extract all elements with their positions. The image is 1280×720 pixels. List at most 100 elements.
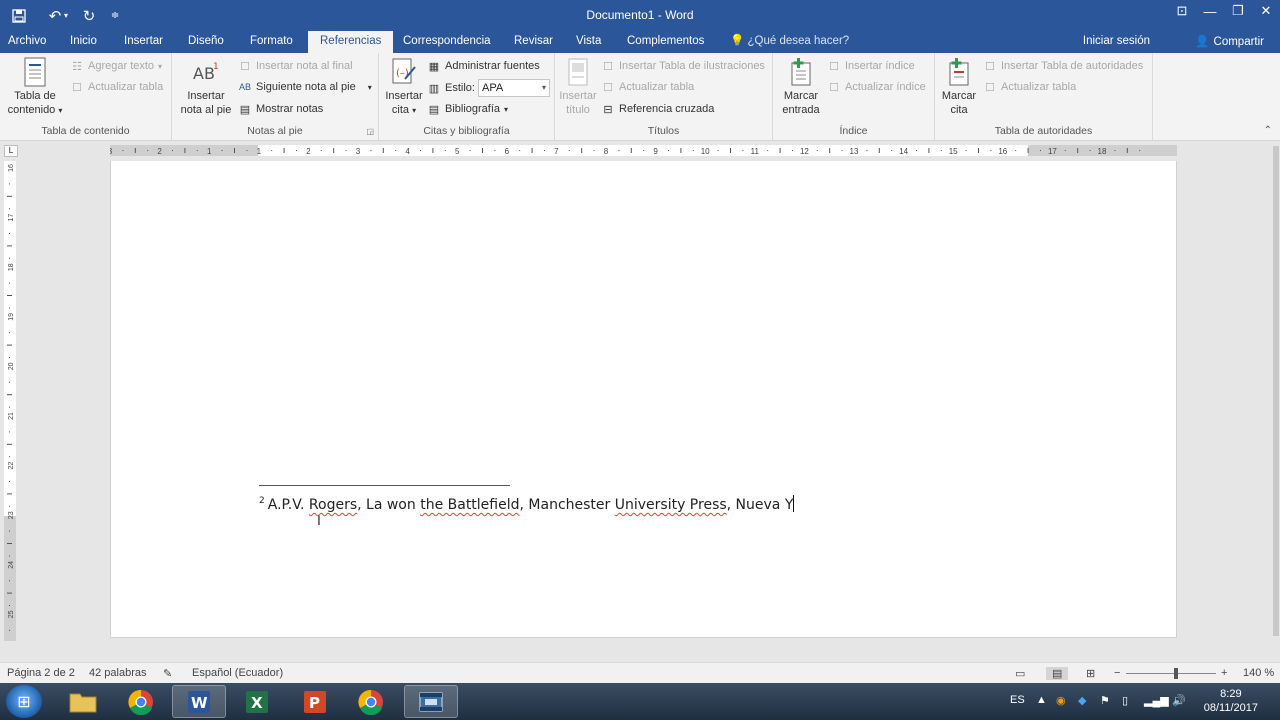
volume-icon[interactable]: 🔊 [1172,694,1186,707]
battery-icon[interactable]: ▯ [1122,694,1128,707]
citation-label-line2: cita [391,104,410,116]
cross-reference-button[interactable]: ⊟ Referencia cruzada [601,102,714,116]
table-of-contents-icon [24,57,46,87]
share-button[interactable]: 👤 Compartir [1195,31,1264,53]
collapse-ribbon-icon[interactable]: ⌃ [1264,125,1272,136]
minimize-button[interactable]: — [1196,0,1224,22]
ruler-tick [1126,148,1128,153]
vertical-scrollbar[interactable] [1272,141,1280,661]
footnotes-dialog-launcher-icon[interactable]: ◲ [366,127,374,136]
next-footnote-button[interactable]: AB Siguiente nota al pie ▾ [238,80,372,94]
citation-style-select[interactable]: APA ▾ [478,79,550,97]
show-notes-button[interactable]: ▤ Mostrar notas [238,102,323,116]
tab-correspondencia[interactable]: Correspondencia [397,31,497,53]
taskbar-word[interactable]: W [172,685,226,718]
ribbon-display-options-button[interactable]: ⊡ [1168,0,1196,22]
ruler-tick [7,195,12,197]
print-layout-icon[interactable]: ▤ [1046,667,1069,680]
insert-endnote-button[interactable]: ☐ Insertar nota al final [238,59,353,73]
document-page[interactable]: 2 A.P.V. Rogers, La won the Battlefield, … [110,161,1177,638]
folder-icon [69,693,97,712]
ruler-tick [990,150,992,151]
zoom-in-button[interactable]: + [1221,667,1227,679]
update-authorities-icon: ☐ [985,81,995,94]
taskbar-chrome[interactable] [114,685,168,718]
ruler-tick [829,148,831,153]
tab-complementos[interactable]: Complementos [621,31,710,53]
bibliography-button[interactable]: ▤ Bibliografía ▾ [427,102,508,116]
tab-vista[interactable]: Vista [570,31,607,53]
insert-citation-button[interactable]: (–) Insertar cita ▾ [381,57,427,118]
taskbar-explorer[interactable] [56,685,110,718]
flag-icon[interactable]: ⚑ [1100,694,1110,707]
update-figures-table-button[interactable]: ☐ Actualizar tabla [601,80,694,94]
input-language[interactable]: ES [1010,694,1025,706]
tab-selector[interactable]: L [4,145,18,157]
mouse-ibeam-icon: I [317,512,321,528]
tell-me-box[interactable]: 💡 ¿Qué desea hacer? [730,31,849,53]
insert-index-button[interactable]: ☐ Insertar índice [827,59,915,73]
taskbar-powerpoint[interactable]: P [288,685,342,718]
restore-button[interactable]: ❐ [1224,0,1252,22]
ruler-tick [9,431,10,433]
start-button[interactable]: ⊞ [6,685,42,718]
dropbox-icon[interactable]: ◆ [1078,694,1086,707]
tray-app-icon[interactable]: ◉ [1056,694,1066,707]
footnote-icon: AB1 [193,62,219,83]
read-mode-icon[interactable]: ▭ [1015,667,1025,680]
ruler-tick [7,394,12,396]
update-toc-button[interactable]: ☐ Actualizar tabla [70,80,163,94]
ruler-label: 22 [8,462,15,470]
ruler-tick [1089,150,1091,151]
citation-icon: (–) [392,58,416,84]
insert-footnote-button[interactable]: AB 1 Insertar nota al pie [178,57,234,117]
tab-revisar[interactable]: Revisar [508,31,559,53]
zoom-slider-thumb[interactable] [1174,668,1178,679]
tab-archivo[interactable]: Archivo [2,31,52,53]
page-count[interactable]: Página 2 de 2 [7,667,75,679]
taskbar-excel[interactable]: X [230,685,284,718]
ruler-tick [469,150,471,151]
manage-sources-button[interactable]: ▦ Administrar fuentes [427,59,540,73]
zoom-level[interactable]: 140 % [1243,667,1274,679]
ruler-tick [717,150,719,151]
svg-text:X: X [251,694,263,712]
vertical-ruler-ticks: 16 17 18 19 20 21 22 23 24 25 [7,164,15,631]
mark-entry-button[interactable]: Marcar entrada [777,57,825,117]
network-icon[interactable]: ▂▄▆ [1144,694,1169,707]
footnote-part-misspelled: the Battlefield [420,497,520,513]
show-hidden-icons-icon[interactable]: ▲ [1036,694,1047,706]
group-citations: (–) Insertar cita ▾ ▦ Administrar fuente… [379,53,555,141]
tab-referencias[interactable]: Referencias [308,31,394,53]
ruler-tick [296,150,297,151]
taskbar-recorder[interactable] [404,685,458,718]
tab-inicio[interactable]: Inicio [64,31,103,53]
proofing-icon[interactable]: ✎ [163,667,172,680]
insert-caption-button[interactable]: Insertar título [557,57,599,117]
mark-citation-button[interactable]: Marcar cita [937,57,981,117]
tab-formato[interactable]: Formato [244,31,299,53]
zoom-out-button[interactable]: − [1114,667,1120,679]
insert-authorities-table-button[interactable]: ☐ Insertar Tabla de autoridades [983,59,1143,73]
insert-table-figures-button[interactable]: ☐ Insertar Tabla de ilustraciones [601,59,765,73]
ruler-tick [581,148,583,153]
scrollbar-thumb[interactable] [1273,146,1279,636]
web-layout-icon[interactable]: ⊞ [1086,667,1095,680]
clock[interactable]: 8:29 08/11/2017 [1204,687,1258,715]
footnote-text[interactable]: 2 A.P.V. Rogers, La won the Battlefield, … [259,495,795,513]
tab-insertar[interactable]: Insertar [118,31,169,53]
update-authorities-table-button[interactable]: ☐ Actualizar tabla [983,80,1076,94]
ruler-tick [482,148,483,153]
language-indicator[interactable]: Español (Ecuador) [192,667,283,679]
close-button[interactable]: ✕ [1252,0,1280,22]
vertical-ruler[interactable]: 16 17 18 19 20 21 22 23 24 25 [4,161,16,641]
zoom-slider[interactable] [1126,673,1216,674]
tab-diseno[interactable]: Diseño [182,31,230,53]
table-of-contents-button[interactable]: Tabla de contenido ▾ [6,57,64,118]
sign-in-link[interactable]: Iniciar sesión [1083,31,1150,53]
horizontal-ruler[interactable]: 321123456789101112131415161718 [110,145,1177,156]
word-count[interactable]: 42 palabras [89,667,147,679]
add-text-button[interactable]: ☷ Agregar texto ▾ [70,59,162,73]
update-index-button[interactable]: ☐ Actualizar índice [827,80,926,94]
taskbar-chrome-2[interactable] [344,685,398,718]
